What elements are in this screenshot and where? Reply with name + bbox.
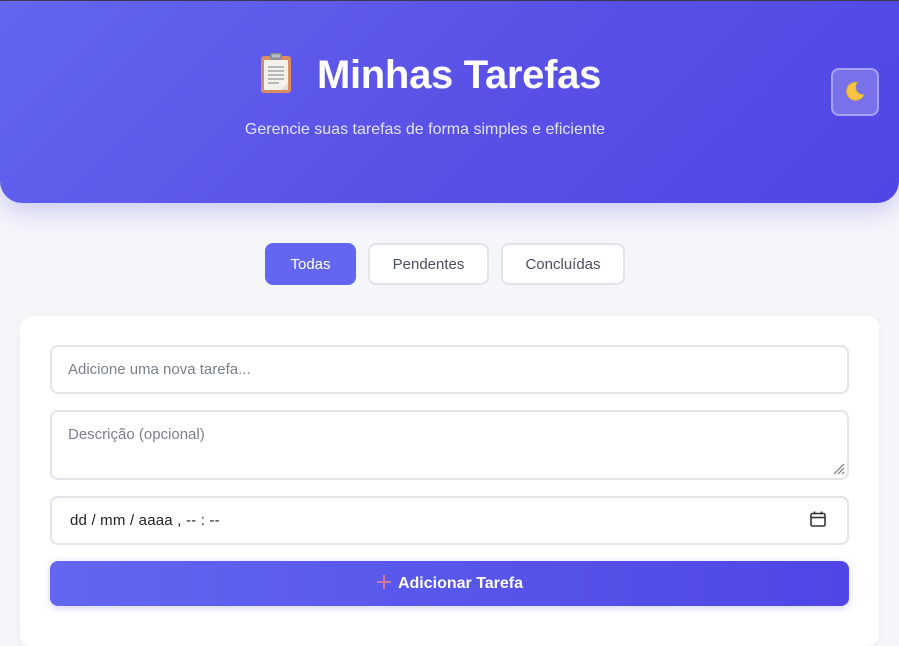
- filter-pending-button[interactable]: Pendentes: [368, 243, 489, 285]
- app-header: Minhas Tarefas Gerencie suas tarefas de …: [0, 0, 899, 203]
- calendar-icon[interactable]: [809, 510, 827, 532]
- task-form-card: dd / mm / aaaa , -- : -- Adicionar Taref…: [20, 316, 879, 646]
- clipboard-icon: [259, 52, 317, 99]
- date-placeholder: dd / mm / aaaa , -- : --: [70, 512, 220, 529]
- title-row: Minhas Tarefas: [0, 52, 860, 99]
- filter-completed-button[interactable]: Concluídas: [501, 243, 625, 285]
- plus-icon: [376, 574, 398, 593]
- task-title-input[interactable]: [50, 345, 849, 394]
- page-title: Minhas Tarefas: [316, 53, 602, 97]
- add-task-label: Adicionar Tarefa: [397, 574, 524, 592]
- moon-icon: [843, 79, 867, 106]
- add-task-button[interactable]: Adicionar Tarefa: [50, 561, 849, 606]
- window-top-border: [0, 0, 899, 1]
- filter-tabs: Todas Pendentes Concluídas: [0, 243, 899, 285]
- theme-toggle-button[interactable]: [831, 68, 879, 116]
- due-date-input[interactable]: dd / mm / aaaa , -- : --: [50, 496, 849, 545]
- filter-all-button[interactable]: Todas: [265, 243, 356, 285]
- task-description-input[interactable]: [50, 410, 849, 480]
- page-subtitle: Gerencie suas tarefas de forma simples e…: [244, 121, 606, 138]
